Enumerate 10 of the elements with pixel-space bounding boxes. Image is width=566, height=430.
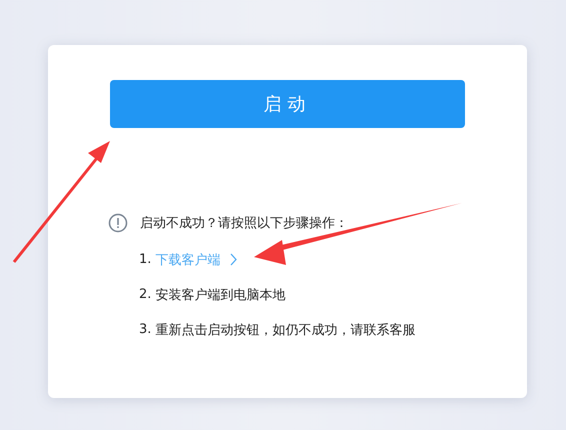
info-icon (108, 213, 128, 233)
step-text: 安装客户端到电脑本地 (155, 286, 286, 304)
launch-button[interactable]: 启动 (110, 80, 465, 128)
step-number: 2. (139, 287, 152, 302)
chevron-icon (230, 253, 238, 266)
notice-text: 启动不成功？请按照以下步骤操作： (140, 215, 348, 232)
download-link[interactable]: 下载客户端 (155, 250, 238, 268)
step-number: 3. (139, 322, 152, 337)
step-number: 1. (139, 252, 152, 267)
step-text: 重新点击启动按钮，如仍不成功，请联系客服 (155, 322, 416, 338)
